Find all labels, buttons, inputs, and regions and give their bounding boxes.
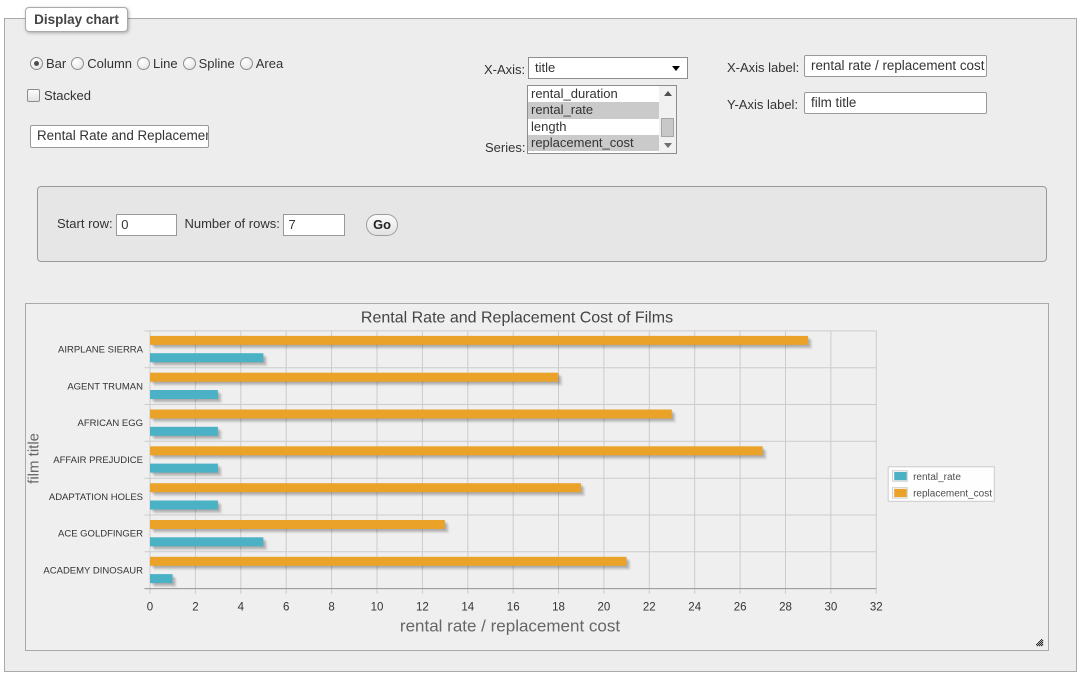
svg-text:30: 30 [825, 602, 838, 614]
svg-text:6: 6 [283, 602, 289, 614]
svg-text:32: 32 [870, 602, 883, 614]
svg-text:ACADEMY DINOSAUR: ACADEMY DINOSAUR [43, 566, 143, 577]
svg-text:12: 12 [416, 602, 429, 614]
svg-text:ADAPTATION HOLES: ADAPTATION HOLES [49, 492, 143, 503]
svg-text:ACE GOLDFINGER: ACE GOLDFINGER [58, 529, 143, 540]
svg-text:film title: film title [26, 433, 43, 484]
svg-text:AGENT TRUMAN: AGENT TRUMAN [67, 381, 143, 392]
svg-text:24: 24 [688, 602, 701, 614]
svg-text:replacement_cost: replacement_cost [913, 489, 992, 500]
svg-text:14: 14 [461, 602, 474, 614]
svg-text:18: 18 [552, 602, 565, 614]
svg-text:2: 2 [192, 602, 198, 614]
svg-text:20: 20 [598, 602, 611, 614]
svg-text:rental_rate: rental_rate [913, 472, 961, 483]
svg-text:AFFAIR PREJUDICE: AFFAIR PREJUDICE [53, 455, 143, 466]
svg-text:Rental Rate and Replacement Co: Rental Rate and Replacement Cost of Film… [361, 310, 673, 327]
svg-text:8: 8 [328, 602, 334, 614]
svg-text:28: 28 [779, 602, 792, 614]
svg-text:16: 16 [507, 602, 520, 614]
svg-text:26: 26 [734, 602, 747, 614]
svg-text:0: 0 [147, 602, 153, 614]
svg-text:22: 22 [643, 602, 656, 614]
svg-text:AFRICAN EGG: AFRICAN EGG [78, 418, 143, 429]
svg-text:10: 10 [371, 602, 384, 614]
svg-text:4: 4 [238, 602, 245, 614]
svg-text:rental rate / replacement cost: rental rate / replacement cost [400, 617, 620, 636]
svg-text:AIRPLANE SIERRA: AIRPLANE SIERRA [58, 345, 144, 356]
